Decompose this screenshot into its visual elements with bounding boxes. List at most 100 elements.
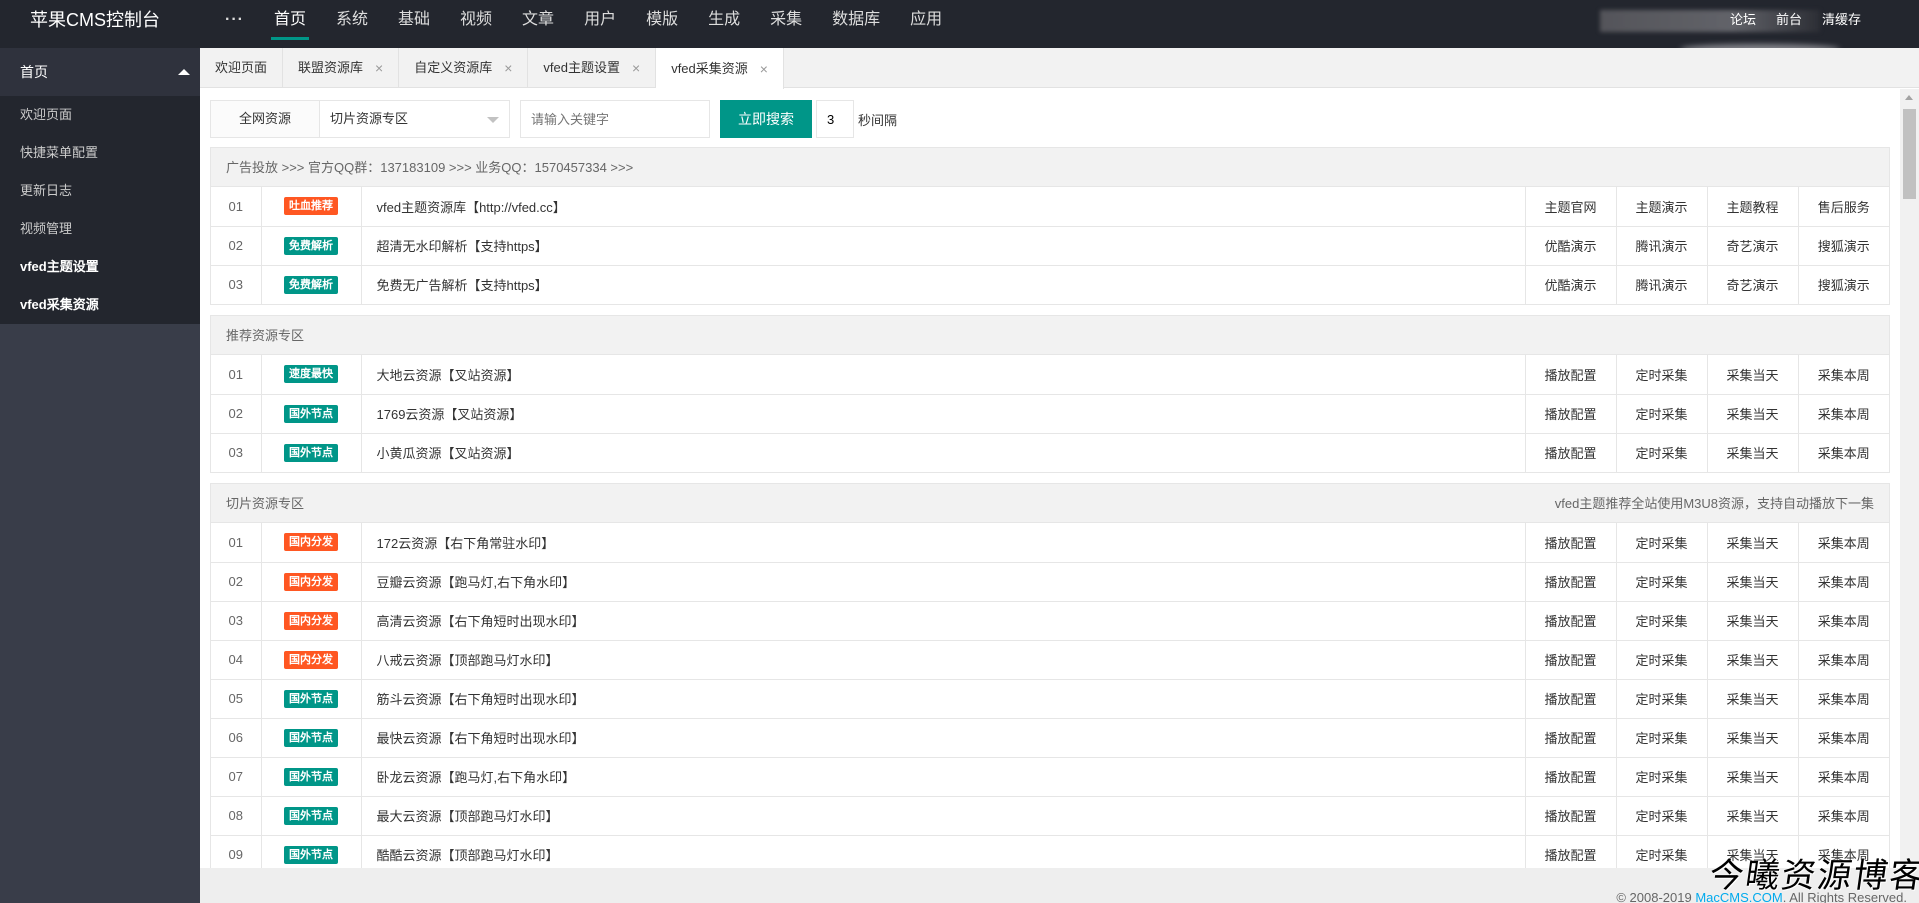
action-3-button[interactable]: 采集当天 <box>1707 394 1799 434</box>
action-4-button[interactable]: 采集本周 <box>1798 718 1889 758</box>
topnav-item-generate[interactable]: 生成 <box>693 0 755 40</box>
action-2-button[interactable]: 定时采集 <box>1616 355 1708 395</box>
row-index: 04 <box>211 640 262 680</box>
action-4-button[interactable]: 采集本周 <box>1798 394 1889 434</box>
action-3-button[interactable]: 奇艺演示 <box>1707 226 1799 266</box>
action-1-button[interactable]: 播放配置 <box>1525 757 1617 797</box>
action-3-button[interactable]: 采集当天 <box>1707 562 1799 602</box>
action-3-button[interactable]: 采集当天 <box>1707 796 1799 836</box>
action-2-button[interactable]: 定时采集 <box>1616 601 1708 641</box>
action-2-button[interactable]: 定时采集 <box>1616 679 1708 719</box>
action-4-button[interactable]: 采集本周 <box>1798 679 1889 719</box>
action-2-button[interactable]: 定时采集 <box>1616 433 1708 472</box>
app-logo[interactable]: 苹果CMS控制台 <box>30 0 160 40</box>
forum-link[interactable]: 论坛 <box>1720 0 1766 40</box>
action-2-button[interactable]: 定时采集 <box>1616 523 1708 563</box>
action-2-button[interactable]: 定时采集 <box>1616 562 1708 602</box>
tab-vfed-theme[interactable]: vfed主题设置 × <box>528 48 657 88</box>
action-4-button[interactable]: 采集本周 <box>1798 433 1889 472</box>
action-2-button[interactable]: 定时采集 <box>1616 640 1708 680</box>
close-icon[interactable]: × <box>504 48 512 88</box>
sidebar-item-changelog[interactable]: 更新日志 <box>0 172 200 210</box>
action-1-button[interactable]: 播放配置 <box>1525 679 1617 719</box>
tab-label: 自定义资源库 <box>414 60 493 75</box>
action-1-button[interactable]: 播放配置 <box>1525 523 1617 563</box>
action-2-button[interactable]: 定时采集 <box>1616 718 1708 758</box>
action-1-button[interactable]: 优酷演示 <box>1525 265 1617 304</box>
action-1-button[interactable]: 播放配置 <box>1525 601 1617 641</box>
topnav-item-system[interactable]: 系统 <box>321 0 383 40</box>
action-3-button[interactable]: 主题教程 <box>1707 187 1799 227</box>
search-button[interactable]: 立即搜索 <box>720 100 812 138</box>
action-1-button[interactable]: 主题官网 <box>1525 187 1617 227</box>
action-4-button[interactable]: 搜狐演示 <box>1798 265 1889 304</box>
tab-union-library[interactable]: 联盟资源库 × <box>283 48 400 88</box>
action-2-button[interactable]: 腾讯演示 <box>1616 226 1708 266</box>
topnav-item-article[interactable]: 文章 <box>507 0 569 40</box>
sidebar-item-vfed-theme[interactable]: vfed主题设置 <box>0 248 200 286</box>
tab-vfed-collect[interactable]: vfed采集资源 × <box>656 48 784 89</box>
action-1-button[interactable]: 播放配置 <box>1525 562 1617 602</box>
action-2-button[interactable]: 定时采集 <box>1616 394 1708 434</box>
action-3-button[interactable]: 奇艺演示 <box>1707 265 1799 304</box>
action-3-button[interactable]: 采集当天 <box>1707 640 1799 680</box>
action-3-button[interactable]: 采集当天 <box>1707 757 1799 797</box>
resource-zone-select[interactable]: 切片资源专区 <box>320 100 510 138</box>
sidebar-item-video-manage[interactable]: 视频管理 <box>0 210 200 248</box>
action-4-button[interactable]: 采集本周 <box>1798 640 1889 680</box>
tab-welcome[interactable]: 欢迎页面 <box>200 48 284 88</box>
close-icon[interactable]: × <box>375 48 383 88</box>
scrollbar-thumb[interactable] <box>1903 109 1916 199</box>
close-icon[interactable]: × <box>760 49 768 89</box>
keyword-input[interactable] <box>520 100 710 138</box>
action-2-button[interactable]: 主题演示 <box>1616 187 1708 227</box>
action-1-button[interactable]: 播放配置 <box>1525 355 1617 395</box>
frontend-link[interactable]: 前台 <box>1766 0 1812 40</box>
action-4-button[interactable]: 采集本周 <box>1798 355 1889 395</box>
action-1-button[interactable]: 优酷演示 <box>1525 226 1617 266</box>
action-2-button[interactable]: 定时采集 <box>1616 796 1708 836</box>
action-4-button[interactable]: 搜狐演示 <box>1798 226 1889 266</box>
action-4-button[interactable]: 采集本周 <box>1798 796 1889 836</box>
action-3-button[interactable]: 采集当天 <box>1707 355 1799 395</box>
action-1-button[interactable]: 播放配置 <box>1525 835 1617 868</box>
topnav-item-user[interactable]: 用户 <box>569 0 631 40</box>
sidebar-item-vfed-collect[interactable]: vfed采集资源 <box>0 286 200 324</box>
action-4-button[interactable]: 采集本周 <box>1798 562 1889 602</box>
topnav-item-template[interactable]: 模版 <box>631 0 693 40</box>
sidebar-item-shortcut-config[interactable]: 快捷菜单配置 <box>0 134 200 172</box>
tab-custom-library[interactable]: 自定义资源库 × <box>399 48 529 88</box>
sidebar-item-welcome[interactable]: 欢迎页面 <box>0 96 200 134</box>
topnav-item-basic[interactable]: 基础 <box>383 0 445 40</box>
action-4-button[interactable]: 采集本周 <box>1798 757 1889 797</box>
action-3-button[interactable]: 采集当天 <box>1707 523 1799 563</box>
topnav-item-home[interactable]: 首页 <box>259 0 321 40</box>
clear-cache-link[interactable]: 清缓存 <box>1812 0 1871 40</box>
interval-input[interactable] <box>816 100 854 138</box>
action-3-button[interactable]: 采集当天 <box>1707 433 1799 472</box>
topnav-item-database[interactable]: 数据库 <box>817 0 895 40</box>
topnav-item-apps[interactable]: 应用 <box>895 0 957 40</box>
action-2-button[interactable]: 定时采集 <box>1616 757 1708 797</box>
action-1-button[interactable]: 播放配置 <box>1525 718 1617 758</box>
action-2-button[interactable]: 腾讯演示 <box>1616 265 1708 304</box>
action-1-button[interactable]: 播放配置 <box>1525 394 1617 434</box>
action-4-button[interactable]: 售后服务 <box>1798 187 1889 227</box>
close-icon[interactable]: × <box>632 48 640 88</box>
more-menu-icon[interactable]: ··· <box>210 0 259 40</box>
action-4-button[interactable]: 采集本周 <box>1798 601 1889 641</box>
topnav-item-collect[interactable]: 采集 <box>755 0 817 40</box>
topnav-item-video[interactable]: 视频 <box>445 0 507 40</box>
action-1-button[interactable]: 播放配置 <box>1525 796 1617 836</box>
action-3-button[interactable]: 采集当天 <box>1707 718 1799 758</box>
scroll-up-icon[interactable] <box>1905 95 1913 100</box>
action-3-button[interactable]: 采集当天 <box>1707 601 1799 641</box>
resource-name: 免费无广告解析【支持https】 <box>361 265 1526 304</box>
sidebar-group-home[interactable]: 首页 <box>0 48 200 96</box>
action-4-button[interactable]: 采集本周 <box>1798 523 1889 563</box>
action-1-button[interactable]: 播放配置 <box>1525 640 1617 680</box>
action-2-button[interactable]: 定时采集 <box>1616 835 1708 868</box>
action-3-button[interactable]: 采集当天 <box>1707 679 1799 719</box>
vertical-scrollbar[interactable] <box>1900 89 1919 868</box>
action-1-button[interactable]: 播放配置 <box>1525 433 1617 472</box>
